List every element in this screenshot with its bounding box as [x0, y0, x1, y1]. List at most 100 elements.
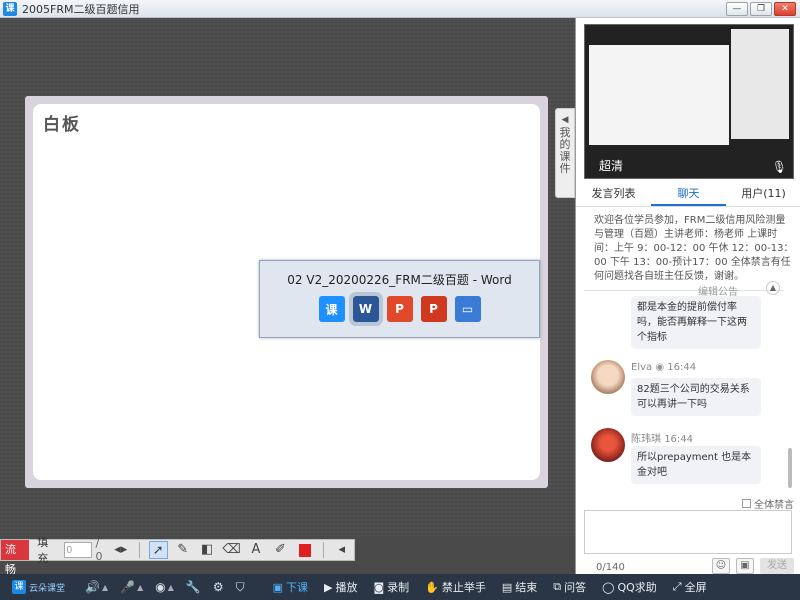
qq-icon: ◯ [602, 580, 615, 594]
quality-flow-button[interactable]: 流畅 [1, 540, 30, 576]
my-courseware-tab[interactable]: ◀ 我的课件 [555, 108, 575, 198]
chat-message-list[interactable]: 都是本金的提前偿付率吗，能否再解释一下这两个指标 Elva ◉ 16:44 82… [576, 296, 800, 496]
fullscreen-label: 全屏 [684, 581, 707, 594]
record-button[interactable]: ◙ 录制 [373, 579, 409, 595]
speaker-icon[interactable]: 🔊 [85, 580, 100, 594]
tab-speaker-list[interactable]: 发言列表 [576, 183, 651, 206]
brand-logo: 课 云朵课堂 [12, 580, 65, 594]
message-sender: 陈玮琪 16:44 [631, 434, 694, 445]
message-bubble: 都是本金的提前偿付率吗，能否再解释一下这两个指标 [631, 296, 761, 349]
video-screen-share [589, 45, 729, 145]
avatar [591, 428, 625, 462]
shield-icon[interactable]: ⛉ [236, 580, 245, 595]
play-icon: ▶ [324, 580, 333, 594]
fill-label: 填充 [37, 536, 49, 565]
right-panel: 超清 🎙 发言列表 聊天 用户(11) 欢迎各位学员参加，FRM二级信用风险测量… [575, 18, 800, 574]
gear-icon[interactable]: ⚙ [213, 580, 224, 594]
end-class-label: 下课 [286, 581, 309, 594]
window-titlebar: 课 2005FRM二级百题信用 — ❐ ✕ [0, 0, 800, 18]
restore-button[interactable]: ❐ [750, 2, 772, 16]
camera-icon[interactable]: ◉ [155, 580, 165, 594]
fullscreen-icon: ⤢ [672, 580, 682, 593]
message-sender: Elva ◉ 16:44 [631, 362, 697, 373]
end-class-button[interactable]: ▣ 下课 [273, 579, 308, 595]
brand-logo-icon: 课 [12, 580, 26, 594]
chevron-up-icon[interactable]: ▲ [766, 281, 780, 295]
window-title: 2005FRM二级百题信用 [22, 2, 140, 16]
microphone-caret-icon[interactable]: ▲ [137, 583, 143, 592]
video-thumbnail [731, 29, 789, 139]
char-counter: 0/140 [596, 562, 625, 573]
taskbar-preview-title: 02 V2_20200226_FRM二级百题 - Word [287, 273, 512, 287]
mute-all-toggle[interactable]: 全体禁言 [742, 496, 794, 511]
chevron-left-icon: ◀ [561, 115, 569, 125]
toolbar-divider [139, 542, 140, 558]
fullscreen-button[interactable]: ⤢ 全屏 [673, 579, 707, 595]
word-app-icon[interactable]: W [348, 292, 383, 326]
emoji-icon[interactable]: ☺ [712, 558, 730, 574]
speaker-caret-icon[interactable]: ▲ [102, 583, 108, 592]
finish-label: 结束 [515, 581, 538, 594]
whiteboard-toolbar: 流畅 填充 / 0 ◂▸ ➚ ✎ ◧ ⌫ A ✐ ◂ [0, 536, 355, 576]
color-picker[interactable] [298, 543, 311, 557]
microphone-icon[interactable]: 🎙 [772, 160, 787, 174]
message-bubble: 所以prepayment 也是本金对吧 [631, 446, 761, 484]
hand-icon: ✋ [425, 580, 439, 594]
wrench-icon[interactable]: 🔧 [186, 580, 201, 594]
collapse-toolbar-icon[interactable]: ◂ [333, 541, 351, 559]
play-button[interactable]: ▶ 播放 [324, 579, 357, 595]
qq-help-button[interactable]: ◯ QQ求助 [602, 579, 657, 595]
whiteboard-title: 白板 [43, 115, 81, 135]
qa-icon: ⧉ [553, 580, 562, 593]
mute-all-label: 全体禁言 [754, 500, 794, 511]
close-button[interactable]: ✕ [774, 2, 796, 16]
avatar [591, 360, 625, 394]
qa-button[interactable]: ⧉ 问答 [553, 579, 586, 595]
send-button[interactable]: 发送 [760, 558, 794, 574]
finish-button[interactable]: ▤ 结束 [502, 579, 537, 595]
flip-pages-icon[interactable]: ◂▸ [112, 541, 130, 559]
text-icon[interactable]: A [247, 541, 265, 559]
tab-chat[interactable]: 聊天 [651, 183, 726, 206]
image-icon[interactable]: ▣ [736, 558, 754, 574]
tab-users[interactable]: 用户(11) [726, 183, 800, 206]
app-logo: 课 [3, 1, 17, 16]
brand-name: 云朵课堂 [29, 583, 66, 594]
page-total: / 0 [95, 537, 103, 563]
highlighter-icon[interactable]: ✐ [271, 541, 289, 559]
ketang-app-icon[interactable]: 课 [318, 296, 345, 322]
finish-icon: ▤ [501, 580, 513, 594]
monitor-app-icon[interactable]: ▭ [454, 296, 481, 322]
video-quality-label: 超清 [599, 159, 624, 173]
record-label: 录制 [387, 581, 410, 594]
message-bubble: 82题三个公司的交易关系可以再讲一下吗 [631, 378, 761, 416]
end-class-icon: ▣ [272, 580, 284, 594]
chat-scrollbar[interactable] [788, 448, 792, 488]
record-icon: ◙ [373, 580, 385, 594]
toolbar-divider-2 [322, 542, 324, 558]
my-courseware-label: 我的课件 [559, 126, 571, 175]
eraser-icon[interactable]: ⌫ [222, 541, 240, 559]
no-raise-hand-label: 禁止举手 [441, 581, 486, 594]
microphone-icon[interactable]: 🎤 [120, 580, 135, 594]
chat-input[interactable] [584, 510, 792, 554]
pointer-icon[interactable]: ➚ [148, 541, 168, 559]
mute-all-checkbox[interactable] [742, 499, 751, 508]
shape-icon[interactable]: ◧ [198, 541, 216, 559]
minimize-button[interactable]: — [726, 2, 748, 16]
powerpoint-app-icon-2[interactable]: P [420, 296, 447, 322]
page-number-input[interactable] [63, 542, 92, 558]
qa-label: 问答 [564, 581, 587, 594]
bottom-control-bar: 课 云朵课堂 🔊 ▲ 🎤 ▲ ◉ ▲ 🔧 ⚙ ⛉ ▣ 下课 ▶ 播放 ◙ 录制 ✋ 禁止举手 … [0, 574, 800, 600]
camera-caret-icon[interactable]: ▲ [168, 583, 174, 592]
taskbar-preview-popup: 02 V2_20200226_FRM二级百题 - Word 课 W P P ▭ [259, 260, 540, 338]
announcement-divider [584, 290, 784, 291]
play-label: 播放 [335, 581, 358, 594]
chat-tabs: 发言列表 聊天 用户(11) [576, 183, 800, 207]
powerpoint-app-icon[interactable]: P [386, 296, 413, 322]
teacher-video[interactable]: 超清 🎙 [584, 24, 794, 179]
no-raise-hand-button[interactable]: ✋ 禁止举手 [425, 579, 486, 595]
qq-help-label: QQ求助 [617, 581, 657, 594]
announcement-text: 欢迎各位学员参加，FRM二级信用风险测量与管理（百题）主讲老师：杨老师 上课时间… [594, 215, 794, 282]
pen-icon[interactable]: ✎ [174, 541, 192, 559]
